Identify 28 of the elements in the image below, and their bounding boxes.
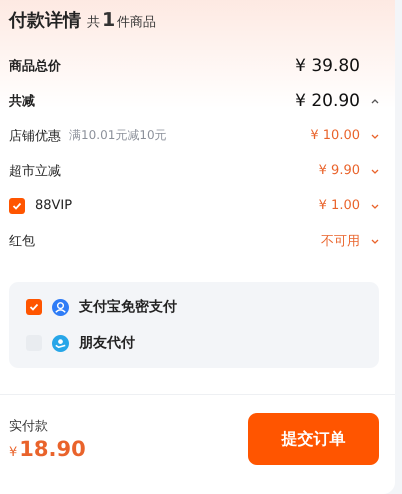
row-label: 超市立减 bbox=[9, 162, 61, 180]
person-icon bbox=[52, 298, 69, 316]
checkbox[interactable] bbox=[26, 299, 42, 315]
total-label: 实付款 bbox=[9, 418, 49, 435]
row-value: 不可用 bbox=[321, 232, 360, 250]
row-label: 共减 bbox=[9, 92, 35, 110]
panel-title: 付款详情 bbox=[9, 9, 81, 32]
total-amount: 18.90 bbox=[19, 437, 86, 461]
row-label: 商品总价 bbox=[9, 58, 61, 74]
row-value: ¥ 1.00 bbox=[318, 198, 360, 213]
checkmark-icon bbox=[29, 302, 39, 312]
row-value: ¥ 39.80 bbox=[295, 56, 360, 76]
row-note: 满10.01元减10元 bbox=[69, 127, 167, 144]
payment-option-label[interactable]: 支付宝免密支付 bbox=[79, 298, 177, 316]
payment-option-label[interactable]: 朋友代付 bbox=[79, 334, 135, 352]
checkbox[interactable] bbox=[9, 198, 25, 214]
row-label: 店铺优惠 bbox=[9, 128, 61, 144]
row-label: 红包 bbox=[9, 232, 35, 250]
row-value: ¥ 20.90 bbox=[295, 90, 360, 110]
item-count: 1 bbox=[102, 9, 116, 31]
row-value: ¥ 9.90 bbox=[318, 163, 360, 178]
hand-icon bbox=[52, 334, 69, 352]
row-value: ¥ 10.00 bbox=[310, 128, 360, 143]
checkmark-icon bbox=[12, 200, 22, 210]
count-prefix: 共 bbox=[87, 14, 100, 31]
count-suffix: 件商品 bbox=[117, 14, 156, 31]
currency-sign: ¥ bbox=[9, 445, 18, 460]
row-label: 88VIP bbox=[35, 198, 72, 213]
